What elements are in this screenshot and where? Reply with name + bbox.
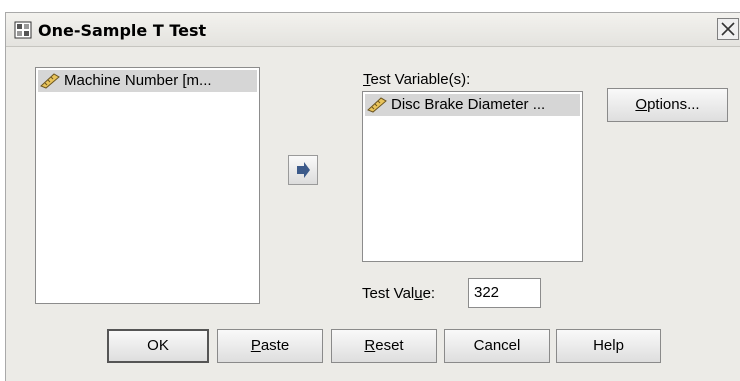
- close-button[interactable]: [717, 18, 739, 40]
- variable-label: Machine Number [m...: [64, 72, 212, 89]
- help-button[interactable]: Help: [556, 329, 661, 363]
- source-variable-list[interactable]: Machine Number [m...: [35, 67, 260, 304]
- test-variable-list[interactable]: Disc Brake Diameter ...: [362, 91, 583, 262]
- cancel-button[interactable]: Cancel: [444, 329, 550, 363]
- test-variables-label: Test Variable(s):: [363, 71, 471, 88]
- list-item[interactable]: Machine Number [m...: [38, 70, 257, 92]
- list-item[interactable]: Disc Brake Diameter ...: [365, 94, 580, 116]
- variable-label: Disc Brake Diameter ...: [391, 96, 546, 113]
- dialog-window: One-Sample T Test Machine Number [m... T…: [5, 12, 740, 381]
- ruler-icon: [40, 73, 60, 89]
- reset-button[interactable]: Reset: [331, 329, 437, 363]
- test-value-input[interactable]: 322: [468, 278, 541, 308]
- test-value-label: Test Value:: [362, 285, 436, 302]
- dialog-title: One-Sample T Test: [38, 21, 207, 40]
- title-bar[interactable]: One-Sample T Test: [6, 13, 740, 47]
- close-icon: [721, 22, 735, 36]
- arrow-right-icon: [297, 162, 310, 178]
- ruler-icon: [367, 97, 387, 113]
- ok-button[interactable]: OK: [107, 329, 209, 363]
- options-button[interactable]: Options...: [607, 88, 728, 122]
- paste-button[interactable]: Paste: [217, 329, 323, 363]
- move-to-test-variables-button[interactable]: [288, 155, 318, 185]
- spss-app-icon: [14, 21, 32, 39]
